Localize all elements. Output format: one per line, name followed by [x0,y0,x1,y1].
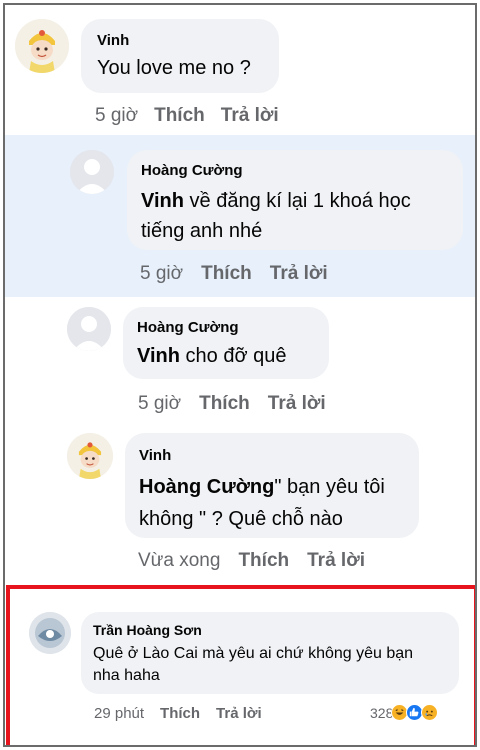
reply-button[interactable]: Trả lời [307,550,365,572]
reply-button[interactable]: Trả lời [268,393,326,415]
reply-time[interactable]: 5 giờ [140,263,183,285]
reply-text: Vinh cho đỡ quê [137,345,287,368]
user-avatar[interactable] [29,612,71,654]
comment-actions: 5 giờ Thích Trả lời [95,105,279,127]
comment-bubble: Trần Hoàng Sơn Quê ở Lào Cai mà yêu ai c… [81,612,459,694]
default-avatar[interactable] [70,150,114,194]
default-avatar[interactable] [67,307,111,351]
reply-actions: 5 giờ Thích Trả lời [138,393,326,415]
reply-bubble: Hoàng Cường Vinh cho đỡ quê [123,307,329,379]
like-button[interactable]: Thích [160,705,200,722]
like-button[interactable]: Thích [201,263,252,285]
cartoon-avatar-icon [67,433,113,479]
comment-time[interactable]: 29 phút [94,705,144,722]
comment-thread: Vinh You love me no ? 5 giờ Thích Trả lờ… [3,3,477,747]
reply-author[interactable]: Vinh [139,447,171,464]
comment-time[interactable]: 5 giờ [95,105,138,127]
comment-author[interactable]: Trần Hoàng Sơn [93,622,202,638]
user-avatar[interactable] [15,19,69,73]
reply-bubble: Hoàng Cường Vinh về đăng kí lại 1 khoá h… [127,150,463,250]
like-button[interactable]: Thích [154,105,205,127]
sad-icon [421,704,439,721]
reply-time[interactable]: 5 giờ [138,393,181,415]
like-button[interactable]: Thích [238,550,289,572]
reply-text: Hoàng Cường" bạn yêu tôi không " ? Quê c… [139,471,411,535]
comment-bubble: Vinh You love me no ? [81,19,279,93]
reply-actions: 5 giờ Thích Trả lời [140,263,328,285]
user-avatar[interactable] [67,433,113,479]
reply-text: Vinh về đăng kí lại 1 khoá học tiếng anh… [141,186,453,246]
default-profile-icon [67,307,111,351]
reply-body: cho đỡ quê [179,345,287,367]
reaction-summary[interactable]: 328 [370,704,439,721]
mention-link[interactable]: Hoàng Cường [139,476,274,498]
comment-author[interactable]: Vinh [97,32,129,49]
comment-text: You love me no ? [97,57,251,79]
cartoon-avatar-icon [15,19,69,73]
reply-author[interactable]: Hoàng Cường [141,162,243,179]
reply-time[interactable]: Vừa xong [138,550,220,572]
mention-link[interactable]: Vinh [137,345,180,367]
reply-author[interactable]: Hoàng Cường [137,319,239,336]
mention-link[interactable]: Vinh [141,190,184,212]
reaction-count: 328 [370,704,394,721]
reply-actions: Vừa xong Thích Trả lời [138,550,365,572]
reply-button[interactable]: Trả lời [221,105,279,127]
default-profile-icon [70,150,114,194]
comment-actions: 29 phút Thích Trả lời [94,705,262,722]
reply-button[interactable]: Trả lời [216,705,262,722]
profile-photo-icon [29,612,71,654]
like-button[interactable]: Thích [199,393,250,415]
comment-text: Quê ở Lào Cai mà yêu ai chứ không yêu bạ… [93,645,414,684]
reply-button[interactable]: Trả lời [270,263,328,285]
reply-bubble: Vinh Hoàng Cường" bạn yêu tôi không " ? … [125,433,419,538]
